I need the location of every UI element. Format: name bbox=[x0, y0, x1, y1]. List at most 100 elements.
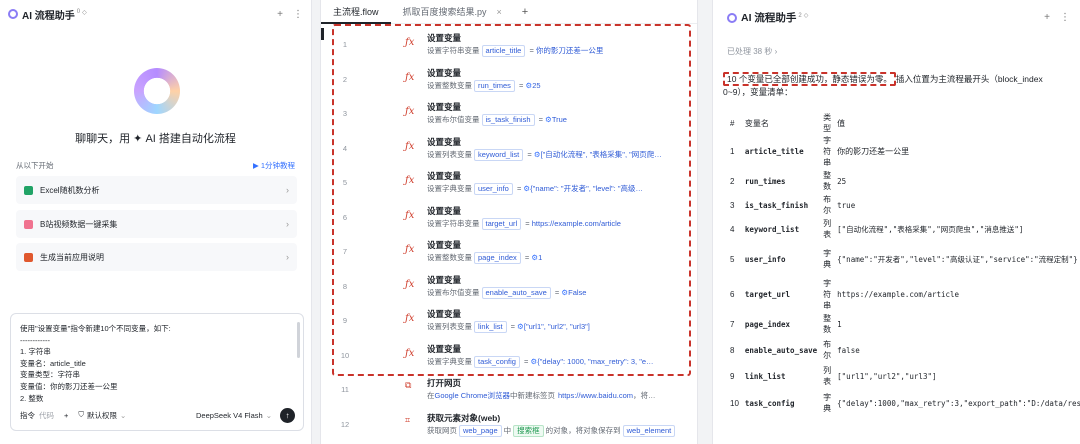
composer-text[interactable]: 使用"设置变量"指令新建10个不同变量，如下: ------------ 1. 字符… bbox=[20, 323, 291, 404]
step-prefix: 设置布尔值变量 bbox=[427, 287, 480, 297]
variable-chip[interactable]: web_element bbox=[622, 424, 676, 437]
variable-value: 25 bbox=[837, 176, 847, 186]
new-chat-icon[interactable]: + bbox=[277, 9, 283, 20]
code-mode-button[interactable]: 代码 bbox=[39, 410, 54, 421]
step-description: 设置列表变量 link_list = ⚙["url1", "url2", "url… bbox=[427, 321, 590, 333]
variable-chip[interactable]: article_title bbox=[481, 45, 526, 57]
right-header: AI 流程助手 2 ◇ + ⋮ bbox=[727, 10, 1070, 25]
composer-line: 变量类型：字符串 bbox=[20, 370, 80, 380]
line-number: 8 bbox=[342, 281, 348, 291]
more-icon[interactable]: ⋮ bbox=[1060, 12, 1070, 23]
variable-chip[interactable]: link_list bbox=[474, 321, 507, 333]
processed-time[interactable]: 已处理 38 秒 › bbox=[727, 46, 777, 57]
variable-chip[interactable]: user_info bbox=[474, 183, 513, 195]
step-description: 设置布尔值变量 enable_auto_save = ⚙False bbox=[427, 286, 586, 299]
variable-name: page_index bbox=[744, 319, 791, 329]
gear-icon: ⚙ bbox=[545, 115, 552, 124]
line-number: 6 bbox=[342, 212, 348, 222]
variable-chip[interactable]: run_times bbox=[474, 79, 515, 92]
variable-type: 列表 bbox=[823, 219, 832, 239]
row-number: 3 bbox=[730, 200, 735, 210]
flow-step-row[interactable]: 1 ƒx 设置变量 设置字符串变量 article_title = 你的影刀还差一公里 bbox=[321, 28, 697, 63]
flow-step-row[interactable]: 9 ƒx 设置变量 设置列表变量 link_list = ⚙["url1", "url2… bbox=[321, 304, 697, 339]
left-assistant-panel: AI 流程助手 0 ◇ + ⋮ 聊聊天，用 ✦ AI 搭建自动化流程 从以下开始… bbox=[0, 0, 312, 444]
new-chat-icon[interactable]: + bbox=[1044, 12, 1050, 23]
step-title: 设置变量 bbox=[427, 33, 462, 43]
flow-step-row[interactable]: 4 ƒx 设置变量 设置列表变量 keyword_list = ⚙["自动化流程", "… bbox=[321, 132, 697, 167]
composer-line: 1. 字符串 bbox=[20, 347, 51, 357]
row-number: 4 bbox=[730, 224, 735, 234]
chevron-icon[interactable]: ◇ bbox=[82, 9, 87, 16]
model-selector[interactable]: DeepSeek V4 Flash bbox=[196, 411, 263, 420]
step-description: 设置字典变量 user_info = ⚙{"name": "开发者", "leve… bbox=[427, 183, 643, 195]
app-icon bbox=[24, 185, 33, 195]
step-description: 设置布尔值变量 is_task_finish = ⚙True bbox=[427, 114, 567, 126]
line-number: 4 bbox=[342, 143, 348, 153]
step-title: 获取元素对象(web) bbox=[427, 412, 501, 423]
permission-selector[interactable]: 默认权限 bbox=[87, 410, 117, 421]
chevron-icon[interactable]: ◇ bbox=[804, 12, 809, 19]
flow-step-row[interactable]: 7 ƒx 设置变量 设置整数变量 page_index = ⚙1 bbox=[321, 235, 697, 270]
flow-step-row[interactable]: 11 ⧉ 打开网页 在Google Chrome浏览器中新建标签页 https://ww… bbox=[321, 373, 697, 408]
flow-step-row[interactable]: 3 ƒx 设置变量 设置布尔值变量 is_task_finish = ⚙True bbox=[321, 97, 697, 132]
variable-chip[interactable]: target_url bbox=[481, 217, 522, 230]
flow-step-row[interactable]: 6 ƒx 设置变量 设置字符串变量 target_url = https://examp… bbox=[321, 201, 697, 236]
variable-chip[interactable]: page_index bbox=[474, 252, 521, 264]
variable-chip[interactable]: is_task_finish bbox=[481, 114, 535, 126]
assistant-orb-icon bbox=[134, 68, 180, 114]
composer-toolbar: 指令 代码 + ⛉ 默认权限 ⌄ DeepSeek V4 Flash ⌄ ↑ bbox=[20, 407, 295, 423]
step-tail: ，将… bbox=[633, 391, 656, 400]
flow-step-row[interactable]: 5 ƒx 设置变量 设置字典变量 user_info = ⚙{"name": "开发者"… bbox=[321, 166, 697, 201]
variable-chip[interactable]: enable_auto_save bbox=[481, 286, 551, 299]
command-mode-button[interactable]: 指令 bbox=[20, 410, 35, 421]
chevron-down-icon: ⌄ bbox=[120, 410, 127, 420]
start-row: 从以下开始 ▶ 1分钟教程 bbox=[16, 160, 295, 171]
step-description: 设置整数变量 run_times = ⚙25 bbox=[427, 79, 541, 92]
quick-start-item[interactable]: Excel随机数分析 › bbox=[16, 176, 297, 204]
function-fx-icon: ƒx bbox=[405, 106, 415, 117]
app-icon bbox=[24, 219, 33, 229]
element-object-icon: ⌗ bbox=[405, 415, 411, 426]
flow-step-row[interactable]: 12 ⌗ 获取元素对象(web) 获取网页 web_page 中搜索框 的对象，将对象保存到… bbox=[321, 408, 697, 443]
intro-rest-1: 插入位置为主流程最开头（block_index bbox=[895, 74, 1043, 84]
col-header: 类型 bbox=[823, 113, 832, 133]
variable-chip[interactable]: web_page bbox=[459, 424, 502, 437]
quick-start-item[interactable]: 生成当前应用说明 › bbox=[16, 243, 297, 271]
table-row: 5 user_info 字典 {"name":"开发者","level":"高级认证"… bbox=[727, 241, 1080, 277]
equals-sign: = bbox=[527, 46, 536, 55]
variable-chip[interactable]: keyword_list bbox=[474, 148, 524, 161]
step-prefix: 设置列表变量 bbox=[427, 322, 472, 331]
add-tab-icon[interactable]: + bbox=[522, 6, 528, 18]
step-title: 设置变量 bbox=[427, 343, 462, 354]
slogan: 聊聊天，用 ✦ AI 搭建自动化流程 bbox=[75, 133, 236, 145]
element-chip[interactable]: 搜索框 bbox=[513, 424, 544, 437]
flow-step-row[interactable]: 10 ƒx 设置变量 设置字典变量 task_config = ⚙{"delay": 1… bbox=[321, 339, 697, 374]
step-prefix: 获取网页 bbox=[427, 425, 457, 435]
tab-baidu-script[interactable]: 抓取百度搜索结果.py × bbox=[391, 0, 514, 24]
close-icon[interactable]: × bbox=[497, 7, 502, 17]
tutorial-link[interactable]: ▶ 1分钟教程 bbox=[253, 160, 295, 171]
variable-chip[interactable]: task_config bbox=[474, 355, 520, 368]
line-number: 11 bbox=[341, 385, 349, 394]
variable-value: false bbox=[837, 345, 860, 355]
right-title: AI 流程助手 bbox=[741, 12, 797, 24]
variable-value: True bbox=[551, 115, 567, 124]
step-prefix: 设置列表变量 bbox=[427, 149, 472, 159]
flow-step-row[interactable]: 8 ƒx 设置变量 设置布尔值变量 enable_auto_save = ⚙False bbox=[321, 270, 697, 305]
variable-value: https://example.com/article bbox=[531, 218, 621, 228]
table-row: 3 is_task_finish 布尔 true bbox=[727, 193, 1080, 217]
step-title: 设置变量 bbox=[427, 67, 462, 78]
flow-step-row[interactable]: 2 ƒx 设置变量 设置整数变量 run_times = ⚙25 bbox=[321, 63, 697, 98]
table-row: 1 article_title 字符串 你的影刀还差一公里 bbox=[727, 134, 1080, 169]
intro-highlight: 10 个变量已全部创建成功，静态错误为零。 bbox=[723, 72, 896, 86]
editor-tabs: 主流程.flow 抓取百度搜索结果.py × + bbox=[321, 0, 697, 24]
attach-button[interactable]: + bbox=[64, 411, 68, 420]
more-icon[interactable]: ⋮ bbox=[293, 9, 303, 20]
chat-composer[interactable]: 使用"设置变量"指令新建10个不同变量，如下: ------------ 1. 字符… bbox=[10, 313, 304, 431]
send-button[interactable]: ↑ bbox=[280, 407, 295, 423]
col-header: 值 bbox=[837, 118, 846, 128]
quick-start-item[interactable]: B站视频数据一键采集 › bbox=[16, 210, 297, 238]
tab-main-flow[interactable]: 主流程.flow bbox=[321, 0, 391, 24]
composer-scrollbar[interactable] bbox=[297, 322, 300, 358]
function-fx-icon: ƒx bbox=[405, 244, 415, 255]
